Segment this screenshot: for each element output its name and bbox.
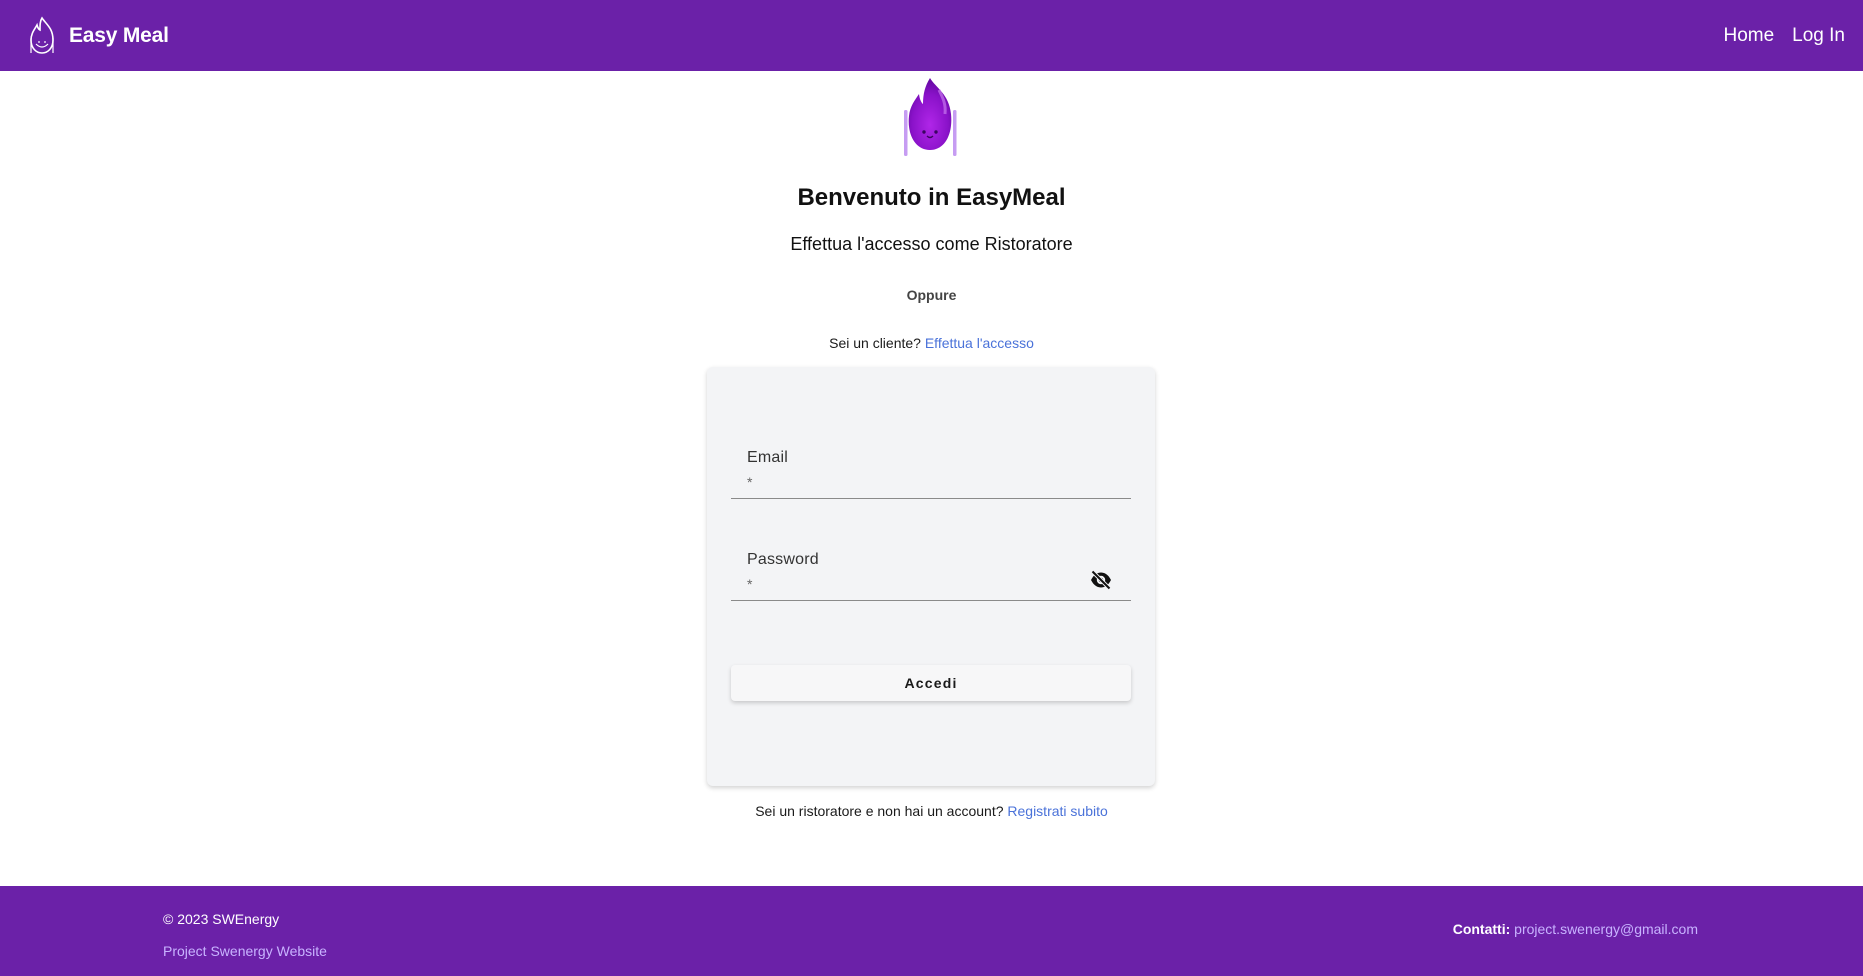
contact-email-link[interactable]: project.swenergy@gmail.com — [1514, 921, 1698, 937]
footer-copyright: © 2023 SWEnergy — [163, 911, 280, 927]
footer-contacts: Contatti: project.swenergy@gmail.com — [1453, 921, 1698, 937]
client-login-prefix: Sei un cliente? — [829, 335, 921, 351]
main-content: Benvenuto in EasyMeal Effettua l'accesso… — [0, 71, 1863, 886]
register-link[interactable]: Registrati subito — [1007, 803, 1107, 819]
email-label: Email — [747, 449, 789, 466]
email-input[interactable] — [747, 474, 1083, 496]
nav-links: Home Log In — [1705, 0, 1845, 71]
password-label: Password — [747, 551, 819, 568]
contacts-label: Contatti: — [1452, 921, 1511, 937]
page-subtitle: Effettua l'accesso come Ristoratore — [790, 234, 1073, 254]
brand-link[interactable]: Easy Meal — [27, 16, 169, 56]
login-form-card: Email * Password * Accedi — [707, 367, 1155, 786]
client-login-prompt: Sei un cliente? Effettua l'accesso — [0, 335, 1863, 351]
page-footer: © 2023 SWEnergy Project Swenergy Website… — [0, 886, 1863, 976]
project-website-link[interactable]: Project Swenergy Website — [163, 943, 327, 959]
oppure-divider-text: Oppure — [906, 287, 957, 303]
password-field[interactable]: Password * — [731, 543, 1131, 601]
top-navbar: Easy Meal Home Log In — [0, 0, 1863, 71]
eye-off-icon[interactable] — [1089, 568, 1113, 592]
flame-mascot-icon — [30, 16, 54, 54]
flame-mascot-icon — [904, 78, 957, 156]
password-input[interactable] — [747, 576, 1083, 598]
page-title: Benvenuto in EasyMeal — [797, 184, 1066, 211]
accedi-button[interactable]: Accedi — [731, 665, 1131, 701]
email-field[interactable]: Email * — [731, 441, 1131, 499]
nav-login-link[interactable]: Log In — [1792, 25, 1845, 47]
register-prefix: Sei un ristoratore e non hai un account? — [755, 803, 1004, 819]
client-login-link[interactable]: Effettua l'accesso — [925, 335, 1034, 351]
brand-name: Easy Meal — [69, 23, 169, 47]
register-prompt: Sei un ristoratore e non hai un account?… — [0, 803, 1863, 819]
nav-home-link[interactable]: Home — [1723, 25, 1774, 47]
